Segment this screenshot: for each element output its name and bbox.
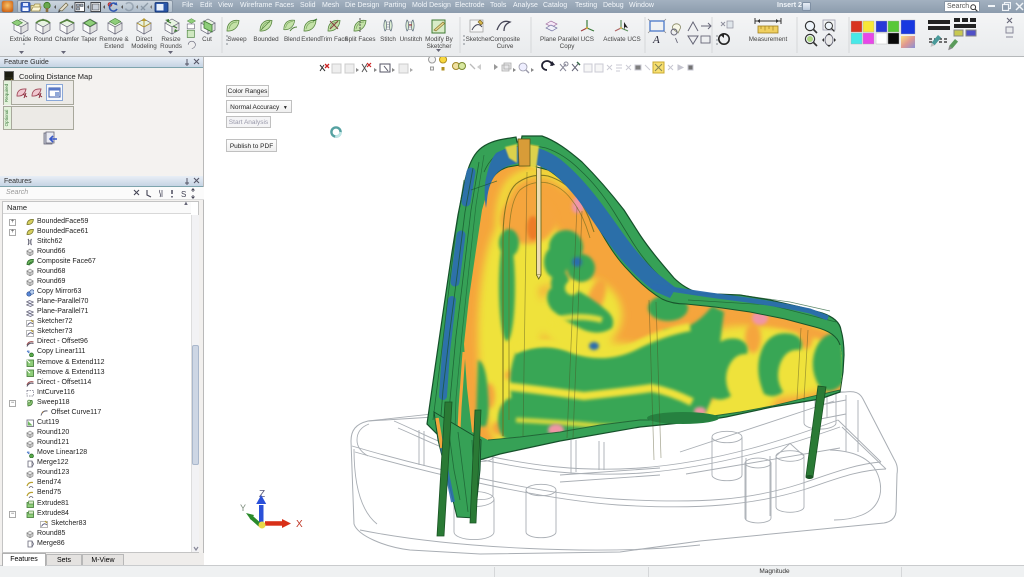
svg-text:X: X bbox=[296, 519, 303, 530]
svg-text:S: S bbox=[181, 190, 186, 199]
svg-text:A: A bbox=[652, 34, 660, 46]
svg-text:Y: Y bbox=[240, 503, 246, 513]
